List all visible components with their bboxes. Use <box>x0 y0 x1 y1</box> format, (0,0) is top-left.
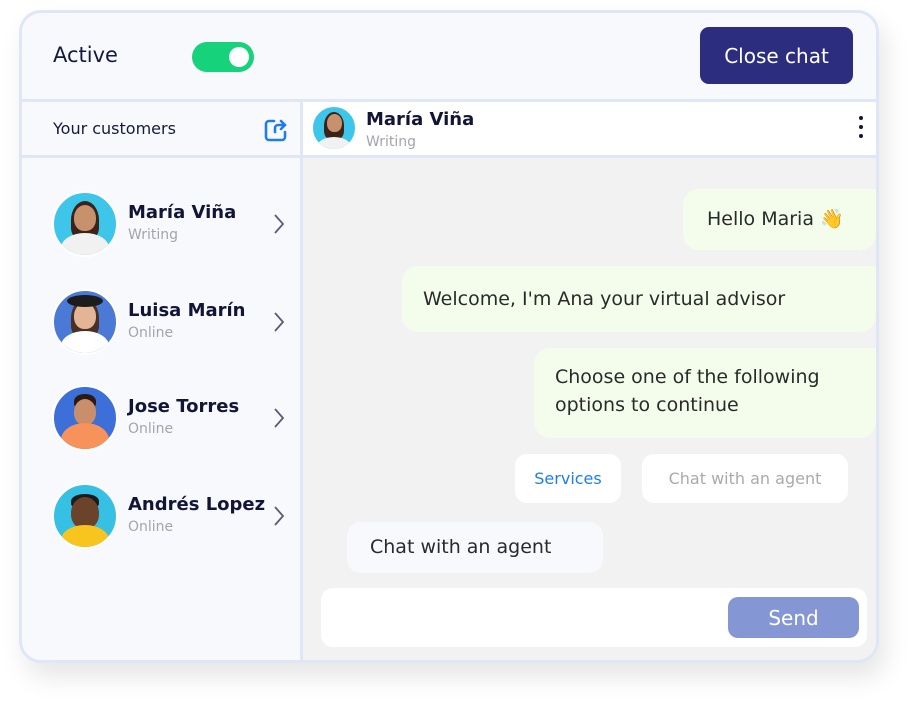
customer-name: Jose Torres <box>128 396 240 417</box>
send-button[interactable]: Send <box>728 597 859 638</box>
user-message: Chat with an agent <box>347 522 603 573</box>
sidebar-title: Your customers <box>53 119 176 138</box>
chat-window: Active Close chat Your customers María V… <box>19 10 879 663</box>
share-icon[interactable] <box>262 116 290 144</box>
contact-status: Writing <box>366 134 416 150</box>
compose-bar: Send <box>321 588 867 647</box>
customer-item[interactable]: María Viña Writing <box>22 191 300 261</box>
avatar <box>52 483 118 549</box>
customer-status: Writing <box>128 227 178 243</box>
kebab-menu-icon[interactable] <box>858 116 864 142</box>
chevron-right-icon <box>274 214 285 234</box>
customer-sidebar: Your customers María Viña Writing Luisa … <box>22 102 303 660</box>
customer-name: Andrés Lopez <box>128 494 266 515</box>
message-input[interactable] <box>335 600 715 634</box>
customer-item[interactable]: Andrés Lopez Online <box>22 483 300 553</box>
sidebar-header: Your customers <box>22 102 300 158</box>
chat-header: María Viña Writing <box>303 102 876 158</box>
customer-status: Online <box>128 519 174 535</box>
toggle-knob <box>229 47 249 67</box>
contact-avatar <box>311 105 357 151</box>
option-services-button[interactable]: Services <box>515 454 621 503</box>
chevron-right-icon <box>274 312 285 332</box>
avatar <box>52 385 118 451</box>
chevron-right-icon <box>274 506 285 526</box>
avatar <box>52 289 118 355</box>
contact-name: María Viña <box>366 109 475 130</box>
chat-messages: Hello Maria 👋 Welcome, I'm Ana your virt… <box>303 158 876 660</box>
chevron-right-icon <box>274 408 285 428</box>
avatar <box>52 191 118 257</box>
bot-message: Hello Maria 👋 <box>683 189 876 250</box>
top-bar: Active Close chat <box>22 13 876 102</box>
customer-name: Luisa Marín <box>128 300 246 321</box>
option-chat-agent-button[interactable]: Chat with an agent <box>642 454 848 503</box>
customer-status: Online <box>128 421 174 437</box>
customer-status: Online <box>128 325 174 341</box>
active-label: Active <box>53 43 118 67</box>
customer-item[interactable]: Luisa Marín Online <box>22 289 300 359</box>
customer-item[interactable]: Jose Torres Online <box>22 385 300 455</box>
customer-name: María Viña <box>128 202 237 223</box>
active-toggle[interactable] <box>192 42 254 72</box>
bot-message: Welcome, I'm Ana your virtual advisor <box>402 266 876 332</box>
bot-message: Choose one of the following options to c… <box>534 348 876 438</box>
close-chat-button[interactable]: Close chat <box>700 27 853 84</box>
